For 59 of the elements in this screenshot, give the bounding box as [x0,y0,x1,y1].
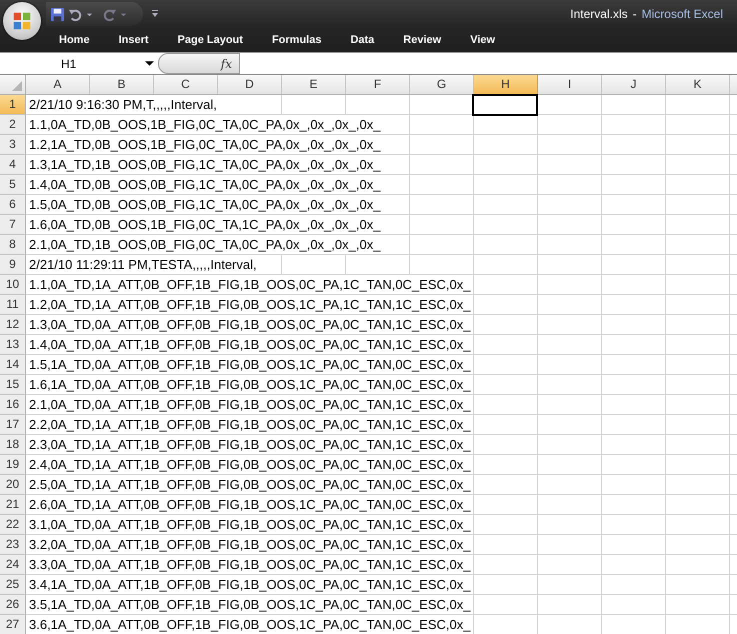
app-name: Microsoft Excel [642,7,723,21]
row-header[interactable]: 13 [0,335,26,355]
column-header[interactable]: D [218,75,282,94]
row-header[interactable]: 12 [0,315,26,335]
row-header[interactable]: 5 [0,175,26,195]
document-name: Interval.xls [570,7,628,21]
row-header[interactable]: 10 [0,275,26,295]
ribbon-tab[interactable]: Page Layout [178,31,257,49]
ribbon-tab[interactable]: View [470,31,510,49]
ribbon-tab[interactable]: Home [59,31,104,49]
row-header[interactable]: 11 [0,295,26,315]
column-header[interactable]: H [474,75,538,94]
column-header[interactable]: I [538,75,602,94]
ribbon-tab[interactable]: Insert [118,31,163,49]
row-header[interactable]: 22 [0,515,26,535]
name-box[interactable]: H1 [0,53,158,74]
dropdown-icon [145,59,154,68]
column-header[interactable]: B [90,75,154,94]
save-icon[interactable] [50,6,65,22]
row-header[interactable]: 7 [0,215,26,235]
ribbon-tab[interactable]: Formulas [272,31,336,49]
row-header[interactable]: 20 [0,475,26,495]
row-header[interactable]: 25 [0,575,26,595]
redo-icon[interactable] [102,6,117,22]
undo-icon[interactable] [68,6,83,22]
customize-toolbar-icon[interactable] [151,9,159,19]
row-header[interactable]: 4 [0,155,26,175]
row-header[interactable]: 2 [0,115,26,135]
row-header[interactable]: 26 [0,595,26,615]
caret-icon[interactable] [120,10,127,18]
column-header[interactable]: E [282,75,346,94]
corner-triangle-icon [12,81,22,91]
row-header[interactable]: 8 [0,235,26,255]
column-header[interactable]: K [666,75,730,94]
row-header[interactable]: 16 [0,395,26,415]
office-logo-icon [11,10,33,32]
column-header[interactable]: A [26,75,90,94]
column-header[interactable]: J [602,75,666,94]
row-header[interactable]: 23 [0,535,26,555]
row-header[interactable]: 21 [0,495,26,515]
office-button[interactable] [3,2,41,40]
row-header[interactable]: 9 [0,255,26,275]
row-header[interactable]: 3 [0,135,26,155]
ribbon-tab[interactable]: Data [350,31,388,49]
row-header[interactable]: 1 [0,95,26,115]
row-header[interactable]: 14 [0,355,26,375]
row-header[interactable]: 19 [0,455,26,475]
row-header[interactable]: 18 [0,435,26,455]
active-cell[interactable] [472,94,538,116]
caret-icon[interactable] [86,10,93,18]
column-header[interactable]: F [346,75,410,94]
row-header[interactable]: 27 [0,615,26,634]
ribbon-tab[interactable]: Review [403,31,456,49]
row-header[interactable]: 17 [0,415,26,435]
row-header[interactable]: 6 [0,195,26,215]
title-separator: - [632,7,637,21]
row-header[interactable]: 15 [0,375,26,395]
column-header[interactable]: C [154,75,218,94]
row-header[interactable]: 24 [0,555,26,575]
